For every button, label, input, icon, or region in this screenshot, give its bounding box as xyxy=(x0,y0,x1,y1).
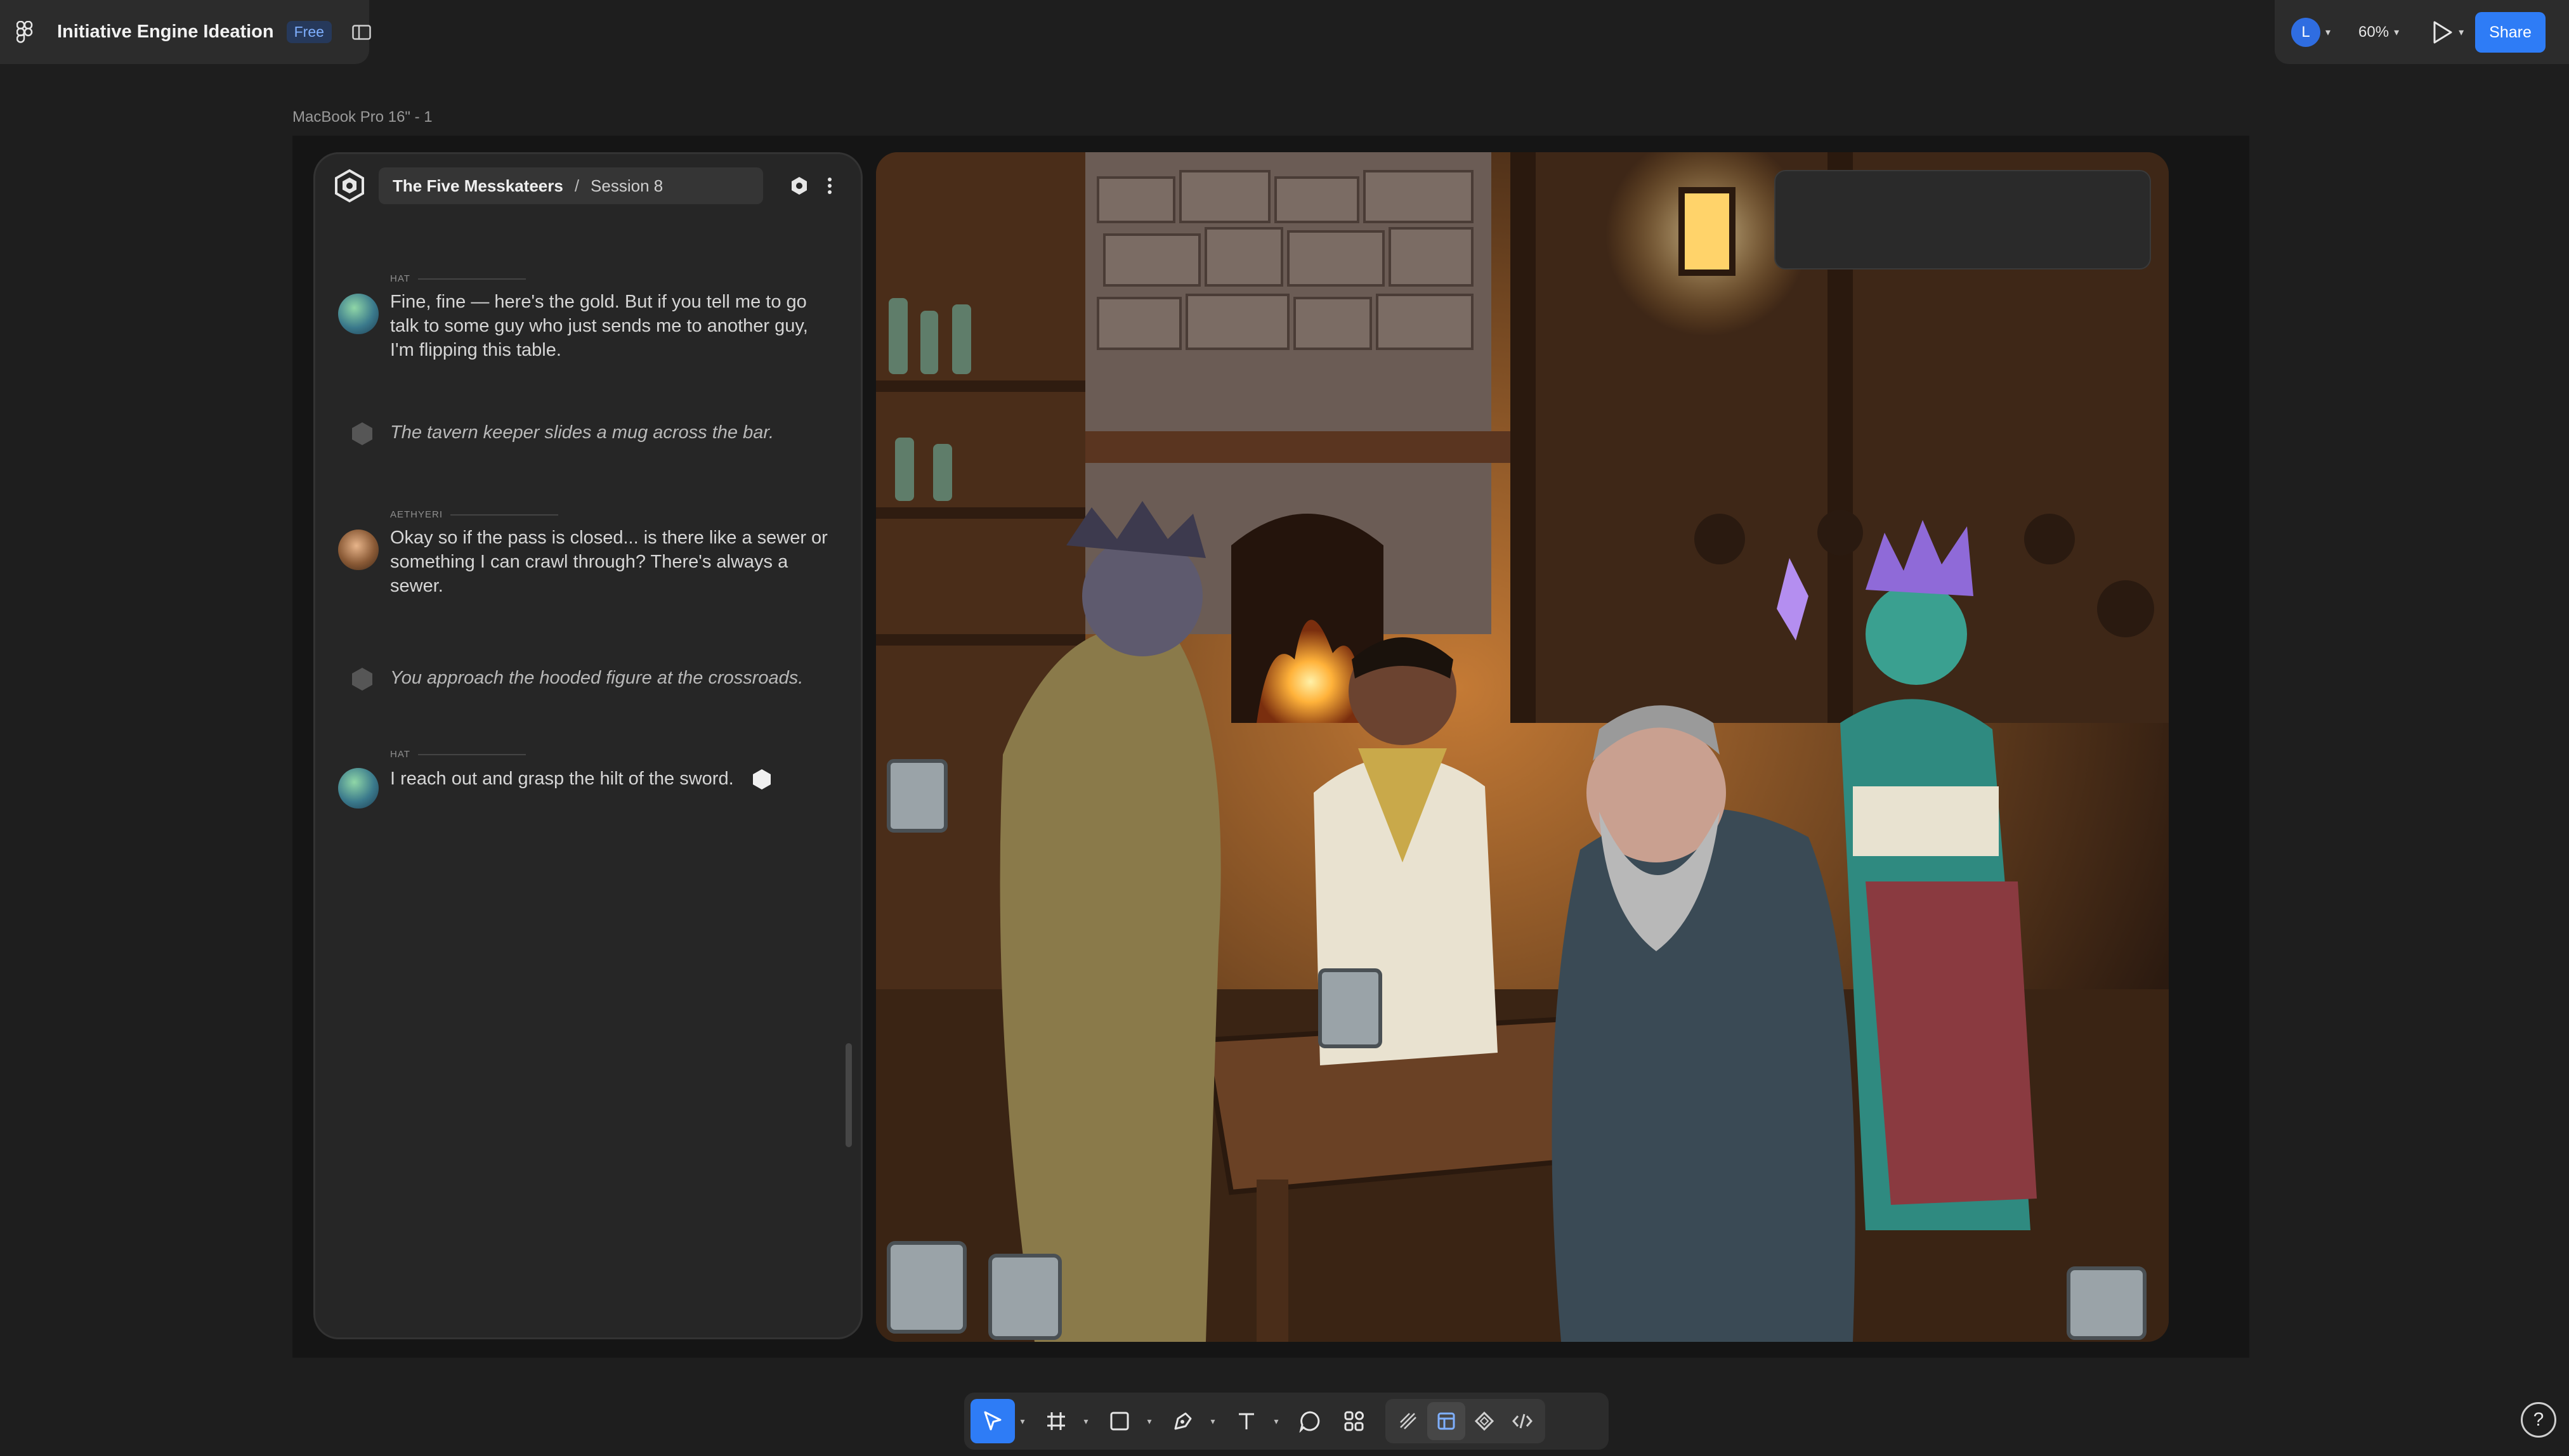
text-tool-button[interactable] xyxy=(1224,1399,1269,1443)
comment-tool-button[interactable] xyxy=(1288,1399,1332,1443)
tavern-scene-image xyxy=(876,152,2169,1342)
pen-nib-icon xyxy=(1174,1412,1192,1430)
mode-switcher xyxy=(1385,1399,1545,1443)
top-right-controls: L ▾ 60% ▾ ▾ Share xyxy=(2275,0,2569,64)
main-menu-icon[interactable] xyxy=(16,20,33,43)
text-t-icon xyxy=(1239,1413,1254,1429)
breadcrumb-separator: / xyxy=(574,176,580,195)
speaker-row: HAT xyxy=(390,749,526,760)
dev-mode-button[interactable] xyxy=(1503,1402,1541,1440)
player-avatar[interactable] xyxy=(338,530,379,570)
comment-bubble-icon xyxy=(1299,1411,1320,1433)
resources-tool-button[interactable] xyxy=(1332,1399,1376,1443)
chat-message: AETHYERI Okay so if the pass is closed..… xyxy=(338,509,828,598)
file-title-bar: Initiative Engine Ideation Free xyxy=(0,0,371,64)
frame-tool-button[interactable] xyxy=(1034,1399,1078,1443)
chat-message: HAT Fine, fine — here's the gold. But if… xyxy=(338,273,820,362)
breadcrumb[interactable]: The Five Messkateers / Session 8 xyxy=(379,167,763,204)
play-icon xyxy=(2433,21,2452,43)
diamond-icon xyxy=(1474,1411,1494,1431)
chat-panel: The Five Messkateers / Session 8 HAT Fin… xyxy=(313,152,863,1339)
divider xyxy=(450,514,559,516)
prototype-mode-button[interactable] xyxy=(1465,1402,1503,1440)
cursor-arrow-icon xyxy=(984,1411,1002,1431)
chevron-down-icon: ▾ xyxy=(2459,27,2464,38)
message-text: I reach out and grasp the hilt of the sw… xyxy=(390,769,734,789)
settings-gear-icon[interactable] xyxy=(788,175,810,197)
scrollbar-thumb[interactable] xyxy=(846,1043,852,1147)
player-avatar[interactable] xyxy=(338,768,379,809)
components-grid-icon xyxy=(1344,1411,1364,1431)
move-tool-button[interactable] xyxy=(971,1399,1015,1443)
speaker-name: HAT xyxy=(390,749,410,760)
zoom-level: 60% xyxy=(2358,23,2389,41)
present-button[interactable]: ▾ xyxy=(2432,20,2464,44)
rectangle-icon xyxy=(1110,1412,1129,1431)
player-avatar[interactable] xyxy=(338,294,379,334)
scene-illustration xyxy=(876,152,2169,1342)
campaign-name[interactable]: The Five Messkateers xyxy=(393,176,563,196)
more-options-icon[interactable] xyxy=(819,175,840,197)
rectangle-tool-button[interactable] xyxy=(1097,1399,1142,1443)
message-text: Fine, fine — here's the gold. But if you… xyxy=(390,292,808,360)
draw-mode-button[interactable] xyxy=(1389,1402,1427,1440)
narrator-hex-icon xyxy=(352,668,372,691)
chevron-down-icon: ▾ xyxy=(2394,27,2400,38)
chevron-down-icon[interactable]: ▾ xyxy=(1205,1399,1220,1443)
chevron-down-icon[interactable]: ▾ xyxy=(1142,1399,1157,1443)
pen-tool-button[interactable] xyxy=(1161,1399,1205,1443)
share-button[interactable]: Share xyxy=(2475,11,2546,53)
divider xyxy=(417,278,526,280)
design-mode-button[interactable] xyxy=(1427,1402,1465,1440)
narration-text: The tavern keeper slides a mug across th… xyxy=(390,422,775,443)
narration-message: You approach the hooded figure at the cr… xyxy=(338,668,820,693)
plan-badge[interactable]: Free xyxy=(286,21,332,43)
frame-hash-icon xyxy=(1047,1412,1065,1430)
user-avatar[interactable]: L xyxy=(2291,17,2320,47)
frame-label[interactable]: MacBook Pro 16" - 1 xyxy=(292,108,433,126)
layout-grid-icon xyxy=(1437,1412,1455,1430)
chevron-down-icon[interactable]: ▾ xyxy=(2325,26,2330,39)
speaker-row: AETHYERI xyxy=(390,509,559,520)
divider xyxy=(417,753,526,755)
sidebar-toggle-icon[interactable] xyxy=(352,23,371,42)
zoom-control[interactable]: 60% ▾ xyxy=(2358,23,2399,41)
session-name[interactable]: Session 8 xyxy=(591,176,663,196)
speaker-row: HAT xyxy=(390,273,526,284)
message-text: Okay so if the pass is closed... is ther… xyxy=(390,528,828,596)
narrator-hex-icon xyxy=(352,422,372,445)
initiative-engine-logo-icon[interactable] xyxy=(332,168,367,204)
chat-header: The Five Messkateers / Session 8 xyxy=(332,166,846,206)
help-button[interactable]: ? xyxy=(2521,1402,2556,1438)
code-brackets-icon xyxy=(1512,1414,1533,1429)
chevron-down-icon[interactable]: ▾ xyxy=(1015,1399,1030,1443)
message-text-row: I reach out and grasp the hilt of the sw… xyxy=(390,767,828,791)
file-title[interactable]: Initiative Engine Ideation xyxy=(57,22,274,42)
scene-overlay-card[interactable] xyxy=(1774,170,2151,270)
narration-message: The tavern keeper slides a mug across th… xyxy=(338,422,820,448)
pending-hex-icon xyxy=(752,769,771,790)
speaker-name: HAT xyxy=(390,273,410,284)
pencil-scribble-icon xyxy=(1400,1413,1416,1429)
narration-text: You approach the hooded figure at the cr… xyxy=(390,668,804,688)
chat-message: HAT I reach out and grasp the hilt of th… xyxy=(338,749,820,809)
chevron-down-icon[interactable]: ▾ xyxy=(1269,1399,1284,1443)
bottom-toolbar: ▾ ▾ ▾ ▾ ▾ xyxy=(964,1393,1609,1450)
chevron-down-icon[interactable]: ▾ xyxy=(1078,1399,1094,1443)
speaker-name: AETHYERI xyxy=(390,509,443,520)
